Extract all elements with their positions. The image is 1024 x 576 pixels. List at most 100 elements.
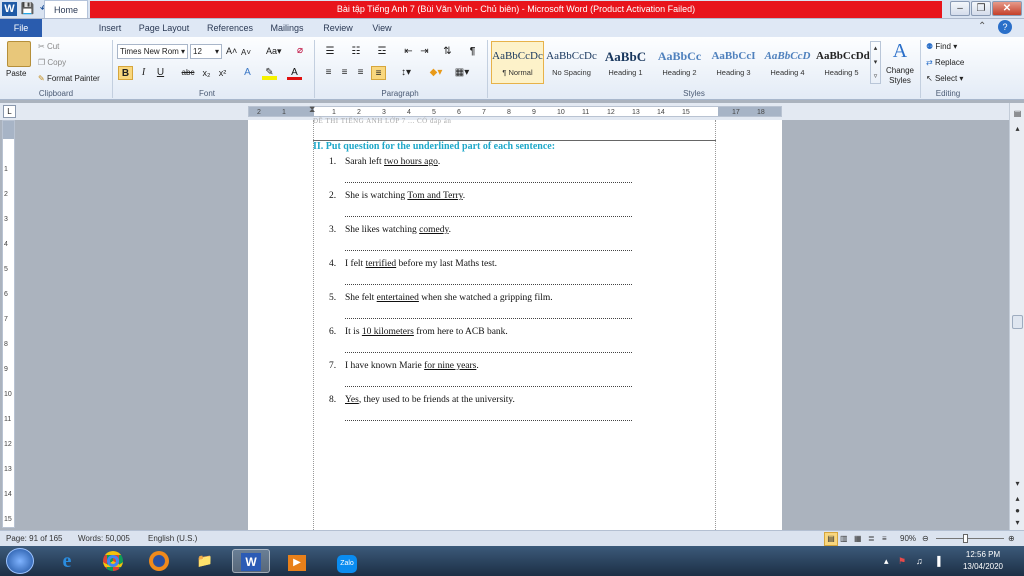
cut-button[interactable]: ✂ Cut <box>38 41 59 52</box>
question-5[interactable]: 5. She felt entertained when she watched … <box>329 293 553 303</box>
question-2[interactable]: 2. She is watching Tom and Terry. <box>329 191 465 201</box>
clock[interactable]: 12:56 PM 13/04/2020 <box>952 549 1014 573</box>
style-no-spacing[interactable]: AaBbCcDc No Spacing <box>545 41 598 84</box>
full-screen-reading-icon[interactable]: ▥ <box>840 531 848 546</box>
select-button[interactable]: ↖ Select ▾ <box>926 73 963 84</box>
styles-scroll[interactable]: ▴ ▾ ▿ <box>870 41 881 84</box>
answer-line[interactable] <box>345 284 632 285</box>
justify-icon[interactable]: ≡ <box>371 66 386 80</box>
question-8[interactable]: 8. Yes, they used to be friends at the un… <box>329 395 515 405</box>
multilevel-list-icon[interactable]: ☲ <box>372 45 392 59</box>
style-heading-5[interactable]: AaBbCcDd Heading 5 <box>815 41 870 84</box>
save-icon[interactable]: 💾 <box>20 2 35 16</box>
help-icon[interactable]: ? <box>998 20 1012 34</box>
show-formatting-icon[interactable]: ¶ <box>465 45 480 59</box>
italic-button[interactable]: I <box>136 66 151 80</box>
tab-review[interactable]: Review <box>318 19 358 37</box>
restore-button[interactable]: ❐ <box>971 1 991 16</box>
copy-button[interactable]: ❐ Copy <box>38 57 66 68</box>
tab-insert[interactable]: Insert <box>92 19 128 37</box>
clear-formatting-icon[interactable]: ⌀ <box>297 45 303 56</box>
print-layout-icon[interactable]: ▤ <box>824 532 838 546</box>
minimize-ribbon-icon[interactable]: ⌃ <box>978 21 986 32</box>
word-count[interactable]: Words: 50,005 <box>78 531 130 546</box>
paste-button[interactable]: Paste <box>6 68 26 79</box>
draft-icon[interactable]: ≡ <box>882 531 887 546</box>
style-normal[interactable]: AaBbCcDc ¶ Normal <box>491 41 544 84</box>
media-player-icon[interactable]: ▶ <box>280 549 314 573</box>
text-effects-icon[interactable]: A <box>240 66 255 80</box>
vertical-ruler[interactable]: 1 2 3 4 5 6 7 8 9 10 11 12 13 14 15 <box>2 120 15 528</box>
answer-line[interactable] <box>345 318 632 319</box>
scroll-up-icon[interactable]: ▴ <box>1011 122 1024 135</box>
answer-line[interactable] <box>345 182 632 183</box>
minimize-button[interactable]: – <box>950 1 970 16</box>
indent-marker-icon[interactable]: ⧗ <box>309 104 315 115</box>
firefox-icon[interactable] <box>142 549 176 573</box>
style-heading-2[interactable]: AaBbCc Heading 2 <box>653 41 706 84</box>
tab-page-layout[interactable]: Page Layout <box>134 19 194 37</box>
show-hidden-icons[interactable]: ▴ <box>884 556 889 567</box>
outline-icon[interactable]: ≣ <box>868 531 875 546</box>
scroll-down-icon[interactable]: ▾ <box>1011 477 1024 490</box>
answer-line[interactable] <box>345 250 632 251</box>
word-taskbar-icon[interactable]: W <box>232 549 270 573</box>
highlight-icon[interactable]: ✎ <box>262 66 277 80</box>
answer-line[interactable] <box>345 386 632 387</box>
zoom-slider-thumb[interactable] <box>963 534 968 543</box>
strikethrough-button[interactable]: abc <box>179 66 197 80</box>
answer-line[interactable] <box>345 352 632 353</box>
vertical-scrollbar[interactable]: ▤ ▴ ▾ ▴ ● ▾ <box>1009 103 1024 531</box>
underline-button[interactable]: U <box>153 66 168 80</box>
subscript-button[interactable]: x₂ <box>199 66 214 80</box>
font-name-box[interactable]: Times New Rom ▾ <box>117 44 188 59</box>
volume-icon[interactable]: ♫ <box>916 556 923 566</box>
shading-icon[interactable]: ◆▾ <box>426 66 446 80</box>
zalo-icon[interactable]: Zalo <box>330 549 364 573</box>
decrease-indent-icon[interactable]: ⇤ <box>401 45 416 59</box>
bullets-icon[interactable]: ☰ <box>320 45 340 59</box>
word-logo-icon[interactable]: W <box>2 2 17 16</box>
question-6[interactable]: 6. It is 10 kilometers from here to ACB b… <box>329 327 508 337</box>
action-center-icon[interactable]: ⚑ <box>898 556 906 567</box>
question-1[interactable]: 1. Sarah left two hours ago. <box>329 157 440 167</box>
style-heading-3[interactable]: AaBbCcI Heading 3 <box>707 41 760 84</box>
next-page-icon[interactable]: ▾ <box>1011 516 1024 529</box>
network-icon[interactable]: ▐ <box>934 556 940 566</box>
borders-icon[interactable]: ▦▾ <box>452 66 472 80</box>
close-button[interactable]: ✕ <box>992 1 1022 16</box>
language-indicator[interactable]: English (U.S.) <box>148 531 197 546</box>
superscript-button[interactable]: x² <box>215 66 230 80</box>
question-3[interactable]: 3. She likes watching comedy. <box>329 225 451 235</box>
file-explorer-icon[interactable]: 📁 <box>188 549 222 573</box>
internet-explorer-icon[interactable]: e <box>50 549 84 573</box>
start-button[interactable] <box>6 548 34 574</box>
replace-button[interactable]: ⇄ Replace <box>926 57 964 68</box>
tab-file[interactable]: File <box>0 19 42 37</box>
question-4[interactable]: 4. I felt terrified before my last Maths … <box>329 259 497 269</box>
align-center-icon[interactable]: ≡ <box>337 66 352 80</box>
align-left-icon[interactable]: ≡ <box>321 66 336 80</box>
horizontal-ruler[interactable]: 2 1 1 2 3 4 5 6 7 8 9 10 11 12 13 14 15 17 18 <box>248 106 782 117</box>
find-button[interactable]: ⚉ Find ▾ <box>926 41 957 52</box>
sort-icon[interactable]: ⇅ <box>440 45 455 59</box>
line-spacing-icon[interactable]: ↕▾ <box>396 66 416 80</box>
tab-home[interactable]: Home <box>44 0 88 18</box>
numbering-icon[interactable]: ☷ <box>346 45 366 59</box>
tab-references[interactable]: References <box>202 19 258 37</box>
style-heading-4[interactable]: AaBbCcD Heading 4 <box>761 41 814 84</box>
zoom-slider[interactable] <box>936 538 1004 539</box>
change-styles-button[interactable]: Change Styles <box>882 66 918 86</box>
chrome-icon[interactable] <box>96 549 130 573</box>
answer-line[interactable] <box>345 420 632 421</box>
grow-font-icon[interactable]: A˄ <box>226 46 237 57</box>
change-case-icon[interactable]: Aa▾ <box>266 46 282 57</box>
paste-icon[interactable] <box>7 41 31 67</box>
style-heading-1[interactable]: AaBbC Heading 1 <box>599 41 652 84</box>
font-size-box[interactable]: 12 ▾ <box>190 44 222 59</box>
shrink-font-icon[interactable]: A˅ <box>241 47 251 58</box>
web-layout-icon[interactable]: ▦ <box>854 531 862 546</box>
tab-selector-icon[interactable]: L <box>3 105 16 118</box>
scroll-thumb[interactable] <box>1012 315 1023 329</box>
font-color-icon[interactable]: A <box>287 66 302 80</box>
